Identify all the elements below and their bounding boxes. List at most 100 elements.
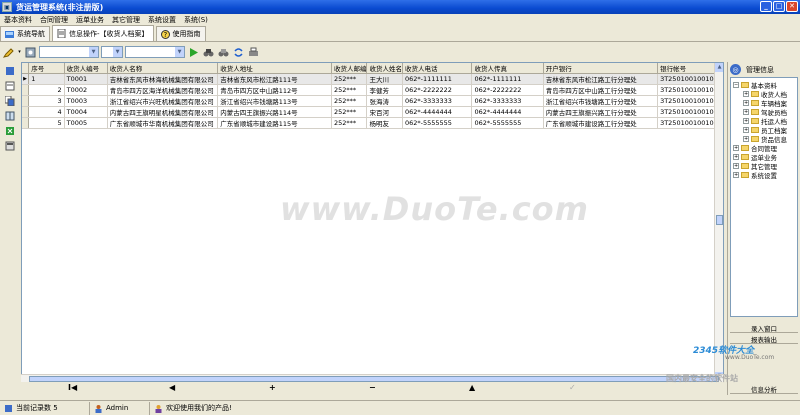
refresh-icon[interactable] (232, 46, 245, 59)
table-cell[interactable]: 内蒙古四王旗振兴路114号 (217, 106, 332, 118)
record-icon[interactable] (4, 65, 16, 76)
table-row[interactable]: 2 T0002 青岛市四方区海洋机械集团有限公司 青岛市四方区中山路112号 2… (22, 84, 723, 96)
table-cell[interactable]: 062*-4444444 (471, 106, 544, 118)
tree-node-settings[interactable]: + 系统设置 (733, 170, 795, 180)
table-cell[interactable]: 062*-1111111 (471, 73, 544, 85)
expand-icon[interactable]: + (733, 162, 739, 169)
table-cell[interactable]: 广东省顺城市建设路工行分理处 (543, 117, 659, 129)
column-header[interactable]: 收货人邮编 (331, 63, 368, 74)
tab-help[interactable]: ? 使用指南 (155, 26, 206, 41)
table-cell[interactable]: 5 (28, 117, 65, 129)
delete-record-button[interactable]: − (369, 383, 376, 392)
run-query-icon[interactable] (187, 46, 200, 59)
column-header[interactable]: 收货人地址 (217, 63, 332, 74)
expand-icon[interactable]: + (743, 99, 749, 106)
table-cell[interactable]: 青岛市四方区中山路工行分理处 (543, 84, 659, 96)
table-cell[interactable]: T0004 (64, 106, 108, 118)
edit-record-button[interactable]: ▲ (469, 383, 475, 392)
collapse-icon[interactable]: − (733, 81, 739, 88)
table-cell[interactable]: T0002 (64, 84, 108, 96)
table-cell[interactable]: 内蒙古四王旗振兴路工行分理处 (543, 106, 659, 118)
edit-pencil-icon[interactable] (2, 46, 15, 59)
menu-settings[interactable]: 系统设置 (144, 15, 180, 25)
menu-system[interactable]: 系统(S) (180, 15, 212, 25)
column-header[interactable]: 收货人编号 (64, 63, 108, 74)
table-cell[interactable]: 2 (28, 84, 65, 96)
expand-icon[interactable]: + (733, 171, 739, 178)
table-cell[interactable]: 3T2501001001000 (657, 117, 723, 129)
filter-icon[interactable] (24, 46, 37, 59)
expand-icon[interactable]: + (733, 153, 739, 160)
menu-contract[interactable]: 合同管理 (36, 15, 72, 25)
table-cell[interactable]: 4 (28, 106, 65, 118)
menu-waybill[interactable]: 运单业务 (72, 15, 108, 25)
table-cell[interactable]: 吉林省东风市林海机械集团有限公司 (107, 73, 219, 85)
table-cell[interactable]: 062*-3333333 (402, 95, 473, 107)
tab-navigation[interactable]: 系统导航 (0, 26, 50, 41)
table-cell[interactable]: 浙江省绍兴市兴旺机械集团有限公司 (107, 95, 219, 107)
table-cell[interactable]: 青岛市四方区海洋机械集团有限公司 (107, 84, 219, 96)
expand-icon[interactable]: + (743, 135, 749, 142)
table-cell[interactable]: 3T2501001001000 (657, 95, 723, 107)
tab-consignee-archive[interactable]: 信息操作-【收货人档案】 (52, 25, 154, 41)
sort-icon[interactable] (4, 80, 16, 91)
column-header[interactable]: 收货人姓名 (366, 63, 403, 74)
scroll-up-icon[interactable]: ▲ (715, 63, 723, 72)
table-cell[interactable]: 宋百河 (366, 106, 403, 118)
table-cell[interactable]: 广东省顺城市建设路115号 (217, 117, 332, 129)
maximize-button[interactable]: □ (773, 1, 785, 12)
table-cell[interactable]: 062*-2222222 (402, 84, 473, 96)
calculator-icon[interactable] (4, 140, 16, 151)
table-cell[interactable]: 252*** (331, 106, 368, 118)
column-header[interactable]: 收货人电话 (402, 63, 473, 74)
table-cell[interactable]: 3T2501001001000 (657, 84, 723, 96)
entry-window-button[interactable]: 录入窗口 (730, 323, 798, 333)
table-row[interactable]: 3 T0003 浙江省绍兴市兴旺机械集团有限公司 浙江省绍兴市钱塘路113号 2… (22, 95, 723, 107)
expand-icon[interactable]: + (743, 117, 749, 124)
prior-record-button[interactable]: ◀ (169, 383, 175, 392)
scroll-thumb[interactable] (716, 215, 723, 225)
copy-icon[interactable] (4, 95, 16, 106)
table-cell[interactable]: 杨明友 (366, 117, 403, 129)
column-header[interactable]: 序号 (28, 63, 65, 74)
table-cell[interactable]: 张海涛 (366, 95, 403, 107)
table-cell[interactable]: 3T2501001001000 (657, 106, 723, 118)
table-cell[interactable]: 3 (28, 95, 65, 107)
table-cell[interactable]: 浙江省绍兴市钱塘路工行分理处 (543, 95, 659, 107)
table-cell[interactable]: 062*-1111111 (402, 73, 473, 85)
expand-icon[interactable]: + (733, 144, 739, 151)
table-cell[interactable]: 062*-4444444 (402, 106, 473, 118)
operator-select[interactable]: ▼ (101, 46, 123, 58)
column-header[interactable]: 收货人传真 (471, 63, 544, 74)
table-row[interactable]: 5 T0005 广东省顺城市华南机械集团有限公司 广东省顺城市建设路115号 2… (22, 117, 723, 129)
post-record-button[interactable]: ✓ (569, 383, 576, 392)
table-cell[interactable]: 062*-5555555 (471, 117, 544, 129)
menu-basic-data[interactable]: 基本资料 (0, 15, 36, 25)
table-cell[interactable]: 252*** (331, 117, 368, 129)
expand-icon[interactable]: + (743, 90, 749, 97)
field-select[interactable]: ▼ (39, 46, 99, 58)
grid-icon[interactable] (4, 110, 16, 121)
table-cell[interactable]: T0003 (64, 95, 108, 107)
table-cell[interactable]: 252*** (331, 84, 368, 96)
table-cell[interactable]: 青岛市四方区中山路112号 (217, 84, 332, 96)
table-cell[interactable]: T0005 (64, 117, 108, 129)
grid-vertical-scrollbar[interactable]: ▲ ▼ (714, 63, 723, 381)
table-cell[interactable]: 内蒙古四王旗明星机械集团有限公司 (107, 106, 219, 118)
table-row[interactable]: 4 T0004 内蒙古四王旗明星机械集团有限公司 内蒙古四王旗振兴路114号 2… (22, 106, 723, 118)
table-cell[interactable]: 李健芳 (366, 84, 403, 96)
binoculars-icon[interactable] (202, 46, 215, 59)
table-cell[interactable]: 1 (28, 73, 65, 85)
column-header[interactable]: 开户银行 (543, 63, 659, 74)
value-select[interactable]: ▼ (125, 46, 185, 58)
first-record-button[interactable]: I◀ (68, 383, 77, 392)
insert-record-button[interactable]: + (269, 383, 276, 392)
expand-icon[interactable]: + (743, 126, 749, 133)
table-cell[interactable]: 062*-5555555 (402, 117, 473, 129)
expand-icon[interactable]: + (743, 108, 749, 115)
table-cell[interactable]: T0001 (64, 73, 108, 85)
grid-horizontal-scrollbar[interactable] (21, 374, 724, 382)
table-cell[interactable]: 王大川 (366, 73, 403, 85)
close-button[interactable]: ✕ (786, 1, 798, 12)
column-header[interactable]: 银行帐号 (657, 63, 723, 74)
